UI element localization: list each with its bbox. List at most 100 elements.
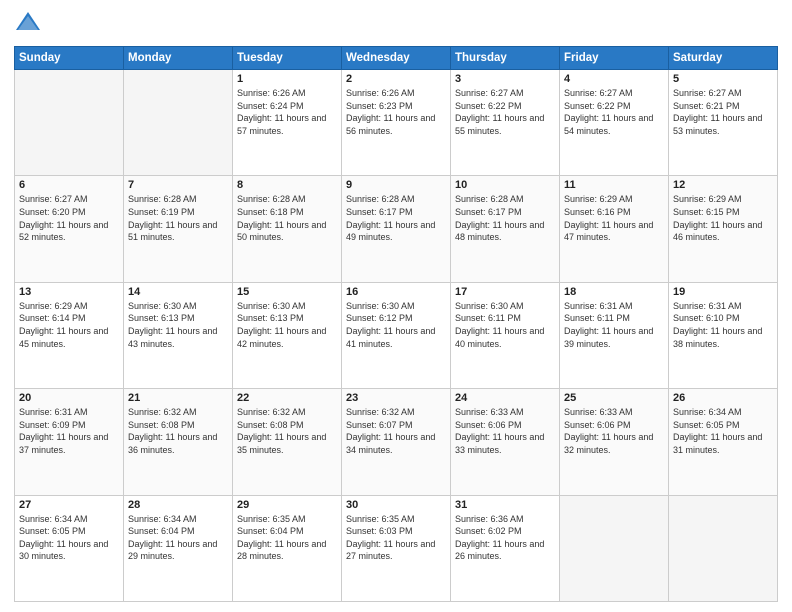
day-info: Sunrise: 6:28 AMSunset: 6:17 PMDaylight:… <box>346 193 446 243</box>
day-info: Sunrise: 6:26 AMSunset: 6:24 PMDaylight:… <box>237 87 337 137</box>
day-info: Sunrise: 6:31 AMSunset: 6:11 PMDaylight:… <box>564 300 664 350</box>
calendar-cell-21: 21 Sunrise: 6:32 AMSunset: 6:08 PMDayligh… <box>124 389 233 495</box>
calendar-week-5: 27 Sunrise: 6:34 AMSunset: 6:05 PMDayligh… <box>15 495 778 601</box>
calendar-cell-10: 10 Sunrise: 6:28 AMSunset: 6:17 PMDayligh… <box>451 176 560 282</box>
calendar-week-2: 6 Sunrise: 6:27 AMSunset: 6:20 PMDaylight… <box>15 176 778 282</box>
calendar-cell-26: 26 Sunrise: 6:34 AMSunset: 6:05 PMDayligh… <box>669 389 778 495</box>
day-number: 10 <box>455 179 555 191</box>
calendar-cell-4: 4Sunrise: 6:27 AMSunset: 6:22 PMDaylight… <box>560 70 669 176</box>
day-info: Sunrise: 6:29 AMSunset: 6:16 PMDaylight:… <box>564 193 664 243</box>
day-info: Sunrise: 6:28 AMSunset: 6:17 PMDaylight:… <box>455 193 555 243</box>
day-number: 2 <box>346 73 446 85</box>
calendar-table: SundayMondayTuesdayWednesdayThursdayFrid… <box>14 46 778 602</box>
day-number: 8 <box>237 179 337 191</box>
calendar-cell-empty <box>124 70 233 176</box>
day-info: Sunrise: 6:32 AMSunset: 6:08 PMDaylight:… <box>128 406 228 456</box>
calendar-cell-23: 23Sunrise: 6:32 AMSunset: 6:07 PMDayligh… <box>342 389 451 495</box>
calendar-cell-empty <box>560 495 669 601</box>
day-number: 19 <box>673 286 773 298</box>
calendar-cell-17: 17 Sunrise: 6:30 AMSunset: 6:11 PMDayligh… <box>451 282 560 388</box>
day-number: 23 <box>346 392 446 404</box>
page: SundayMondayTuesdayWednesdayThursdayFrid… <box>0 0 792 612</box>
day-number: 15 <box>237 286 337 298</box>
day-info: Sunrise: 6:30 AMSunset: 6:13 PMDaylight:… <box>237 300 337 350</box>
day-info: Sunrise: 6:35 AMSunset: 6:04 PMDaylight:… <box>237 513 337 563</box>
day-number: 13 <box>19 286 119 298</box>
calendar-cell-19: 19 Sunrise: 6:31 AMSunset: 6:10 PMDayligh… <box>669 282 778 388</box>
day-number: 25 <box>564 392 664 404</box>
day-number: 17 <box>455 286 555 298</box>
calendar-cell-8: 8 Sunrise: 6:28 AMSunset: 6:18 PMDaylight… <box>233 176 342 282</box>
day-number: 6 <box>19 179 119 191</box>
calendar-cell-empty <box>669 495 778 601</box>
logo-icon <box>14 10 42 38</box>
calendar-cell-15: 15 Sunrise: 6:30 AMSunset: 6:13 PMDayligh… <box>233 282 342 388</box>
calendar-cell-12: 12Sunrise: 6:29 AMSunset: 6:15 PMDayligh… <box>669 176 778 282</box>
calendar-cell-7: 7 Sunrise: 6:28 AMSunset: 6:19 PMDaylight… <box>124 176 233 282</box>
day-info: Sunrise: 6:36 AMSunset: 6:02 PMDaylight:… <box>455 513 555 563</box>
day-info: Sunrise: 6:35 AMSunset: 6:03 PMDaylight:… <box>346 513 446 563</box>
day-number: 14 <box>128 286 228 298</box>
day-info: Sunrise: 6:27 AMSunset: 6:22 PMDaylight:… <box>455 87 555 137</box>
calendar-cell-24: 24 Sunrise: 6:33 AMSunset: 6:06 PMDayligh… <box>451 389 560 495</box>
calendar-header-tuesday: Tuesday <box>233 47 342 70</box>
day-number: 24 <box>455 392 555 404</box>
day-number: 1 <box>237 73 337 85</box>
day-info: Sunrise: 6:30 AMSunset: 6:11 PMDaylight:… <box>455 300 555 350</box>
day-info: Sunrise: 6:34 AMSunset: 6:04 PMDaylight:… <box>128 513 228 563</box>
calendar-header-row: SundayMondayTuesdayWednesdayThursdayFrid… <box>15 47 778 70</box>
day-number: 22 <box>237 392 337 404</box>
day-info: Sunrise: 6:28 AMSunset: 6:19 PMDaylight:… <box>128 193 228 243</box>
calendar-cell-16: 16 Sunrise: 6:30 AMSunset: 6:12 PMDayligh… <box>342 282 451 388</box>
day-info: Sunrise: 6:34 AMSunset: 6:05 PMDaylight:… <box>673 406 773 456</box>
calendar-cell-1: 1 Sunrise: 6:26 AMSunset: 6:24 PMDaylight… <box>233 70 342 176</box>
calendar-cell-9: 9 Sunrise: 6:28 AMSunset: 6:17 PMDaylight… <box>342 176 451 282</box>
calendar-cell-27: 27 Sunrise: 6:34 AMSunset: 6:05 PMDayligh… <box>15 495 124 601</box>
day-number: 28 <box>128 499 228 511</box>
calendar-cell-18: 18 Sunrise: 6:31 AMSunset: 6:11 PMDayligh… <box>560 282 669 388</box>
day-number: 18 <box>564 286 664 298</box>
day-number: 7 <box>128 179 228 191</box>
day-info: Sunrise: 6:30 AMSunset: 6:13 PMDaylight:… <box>128 300 228 350</box>
day-info: Sunrise: 6:28 AMSunset: 6:18 PMDaylight:… <box>237 193 337 243</box>
calendar-cell-empty <box>15 70 124 176</box>
day-info: Sunrise: 6:29 AMSunset: 6:15 PMDaylight:… <box>673 193 773 243</box>
calendar-cell-30: 30 Sunrise: 6:35 AMSunset: 6:03 PMDayligh… <box>342 495 451 601</box>
day-info: Sunrise: 6:26 AMSunset: 6:23 PMDaylight:… <box>346 87 446 137</box>
day-number: 5 <box>673 73 773 85</box>
day-number: 4 <box>564 73 664 85</box>
day-info: Sunrise: 6:29 AMSunset: 6:14 PMDaylight:… <box>19 300 119 350</box>
calendar-cell-11: 11 Sunrise: 6:29 AMSunset: 6:16 PMDayligh… <box>560 176 669 282</box>
day-number: 20 <box>19 392 119 404</box>
day-info: Sunrise: 6:30 AMSunset: 6:12 PMDaylight:… <box>346 300 446 350</box>
calendar-cell-13: 13 Sunrise: 6:29 AMSunset: 6:14 PMDayligh… <box>15 282 124 388</box>
header <box>14 10 778 38</box>
day-number: 31 <box>455 499 555 511</box>
day-info: Sunrise: 6:27 AMSunset: 6:20 PMDaylight:… <box>19 193 119 243</box>
calendar-header-monday: Monday <box>124 47 233 70</box>
day-number: 21 <box>128 392 228 404</box>
calendar-header-thursday: Thursday <box>451 47 560 70</box>
calendar-cell-22: 22Sunrise: 6:32 AMSunset: 6:08 PMDayligh… <box>233 389 342 495</box>
calendar-cell-5: 5Sunrise: 6:27 AMSunset: 6:21 PMDaylight… <box>669 70 778 176</box>
calendar-header-friday: Friday <box>560 47 669 70</box>
day-number: 26 <box>673 392 773 404</box>
day-info: Sunrise: 6:33 AMSunset: 6:06 PMDaylight:… <box>564 406 664 456</box>
calendar-week-3: 13 Sunrise: 6:29 AMSunset: 6:14 PMDayligh… <box>15 282 778 388</box>
day-number: 11 <box>564 179 664 191</box>
calendar-cell-6: 6 Sunrise: 6:27 AMSunset: 6:20 PMDaylight… <box>15 176 124 282</box>
calendar-week-4: 20Sunrise: 6:31 AMSunset: 6:09 PMDayligh… <box>15 389 778 495</box>
day-number: 27 <box>19 499 119 511</box>
day-number: 30 <box>346 499 446 511</box>
calendar-cell-2: 2 Sunrise: 6:26 AMSunset: 6:23 PMDaylight… <box>342 70 451 176</box>
day-number: 9 <box>346 179 446 191</box>
day-info: Sunrise: 6:31 AMSunset: 6:10 PMDaylight:… <box>673 300 773 350</box>
calendar-cell-20: 20Sunrise: 6:31 AMSunset: 6:09 PMDayligh… <box>15 389 124 495</box>
day-number: 3 <box>455 73 555 85</box>
calendar-cell-29: 29Sunrise: 6:35 AMSunset: 6:04 PMDayligh… <box>233 495 342 601</box>
day-info: Sunrise: 6:34 AMSunset: 6:05 PMDaylight:… <box>19 513 119 563</box>
calendar-cell-28: 28 Sunrise: 6:34 AMSunset: 6:04 PMDayligh… <box>124 495 233 601</box>
day-info: Sunrise: 6:33 AMSunset: 6:06 PMDaylight:… <box>455 406 555 456</box>
day-number: 16 <box>346 286 446 298</box>
calendar-header-saturday: Saturday <box>669 47 778 70</box>
